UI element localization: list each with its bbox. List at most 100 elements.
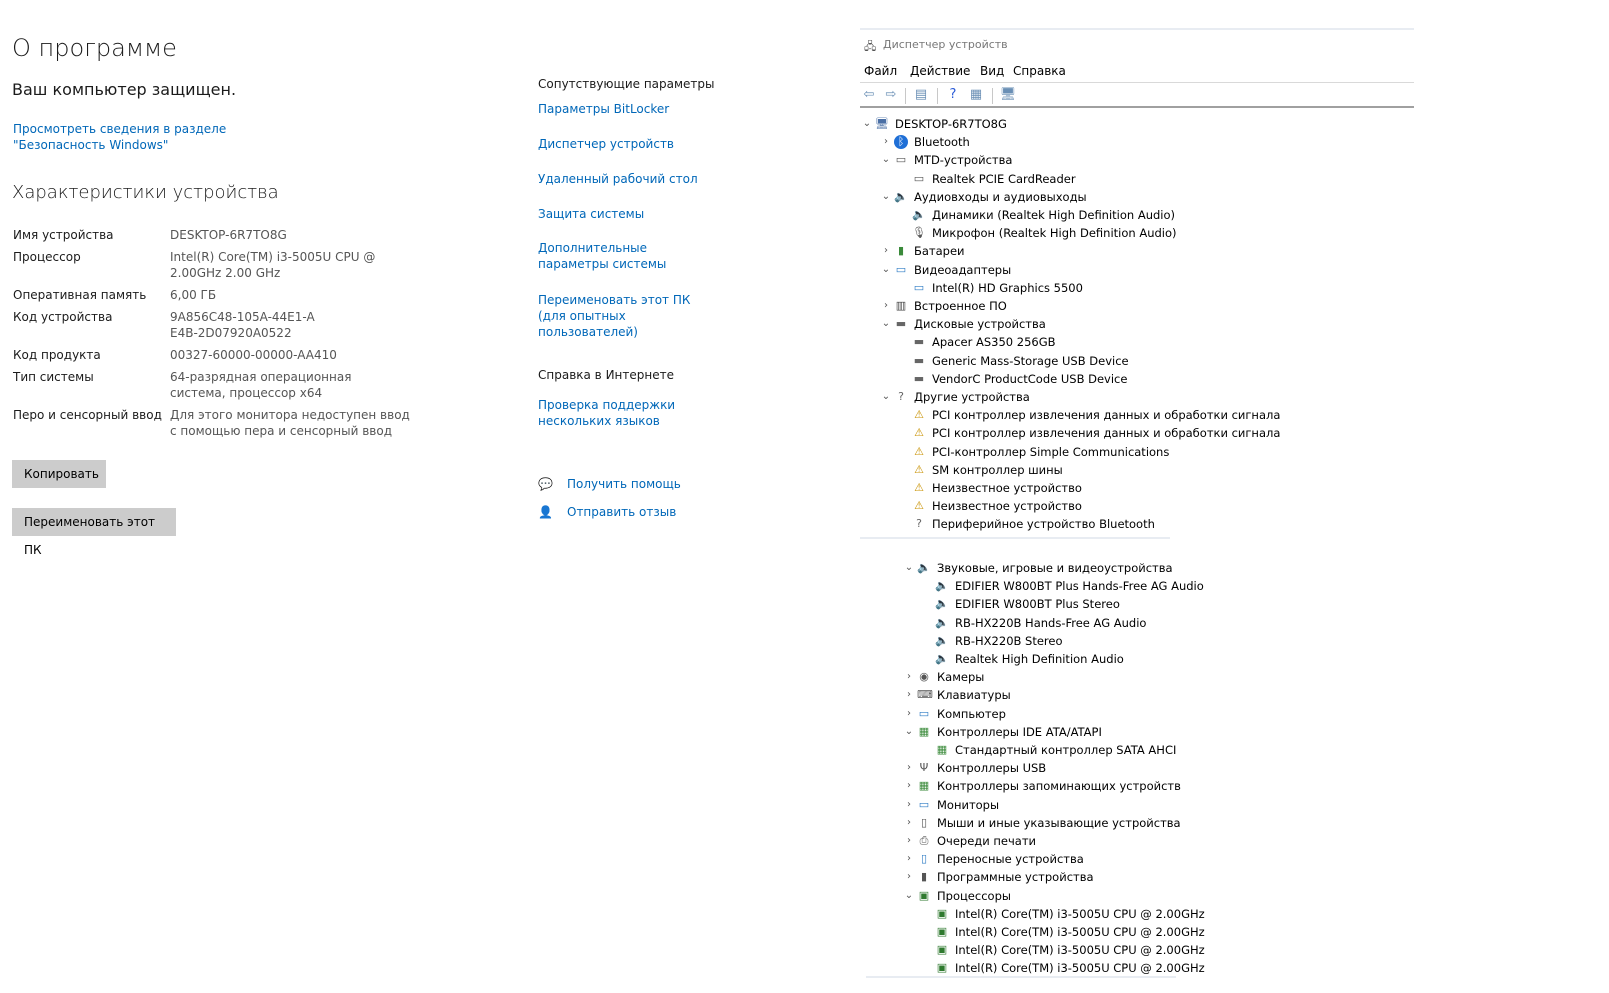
tree-device[interactable]: Неизвестное устройство — [932, 479, 1082, 497]
tree-category[interactable]: Встроенное ПО — [914, 297, 1007, 315]
tree-device[interactable]: Generic Mass-Storage USB Device — [932, 352, 1129, 370]
related-settings-heading: Сопутствующие параметры — [538, 77, 715, 91]
tree-expander-open[interactable]: ⌄ — [881, 388, 891, 406]
tree-category[interactable]: Другие устройства — [914, 388, 1030, 406]
multilanguage-support-link[interactable]: Проверка поддержки нескольких языков — [538, 397, 748, 429]
tree-expander-closed[interactable]: › — [904, 850, 914, 868]
scan-hardware-icon[interactable]: 🖥 — [999, 87, 1017, 103]
tree-category[interactable]: Аудиовходы и аудиовыходы — [914, 188, 1087, 206]
tree-device[interactable]: Intel(R) Core(TM) i3-5005U CPU @ 2.00GHz — [955, 905, 1205, 923]
tree-category[interactable]: Очереди печати — [937, 832, 1036, 850]
tree-device[interactable]: Intel(R) Core(TM) i3-5005U CPU @ 2.00GHz — [955, 923, 1205, 941]
toolbar-divider — [860, 106, 1414, 108]
tree-expander-closed[interactable]: › — [904, 814, 914, 832]
tree-device[interactable]: Apacer AS350 256GB — [932, 333, 1056, 351]
monitor-icon: ▭ — [918, 797, 930, 811]
tree-expander-open[interactable]: ⌄ — [881, 261, 891, 279]
tree-expander-closed[interactable]: › — [904, 668, 914, 686]
tree-device[interactable]: Intel(R) Core(TM) i3-5005U CPU @ 2.00GHz — [955, 959, 1205, 977]
tree-expander-closed[interactable]: › — [904, 832, 914, 850]
tree-expander-open[interactable]: ⌄ — [881, 188, 891, 206]
spec-label-product-id: Код продукта — [13, 348, 101, 362]
tree-category[interactable]: Мыши и иные указывающие устройства — [937, 814, 1181, 832]
tree-expander-closed[interactable]: › — [881, 242, 891, 260]
forward-arrow-icon[interactable]: ⇨ — [882, 87, 900, 103]
tree-expander-open[interactable]: ⌄ — [904, 723, 914, 741]
help-icon[interactable]: ? — [944, 87, 962, 103]
rename-pc-button[interactable]: Переименовать этот ПК — [12, 508, 176, 557]
tree-category[interactable]: Дисковые устройства — [914, 315, 1046, 333]
properties-icon[interactable]: ▦ — [967, 87, 985, 103]
device-manager-link[interactable]: Диспетчер устройств — [538, 136, 748, 152]
tree-category[interactable]: Звуковые, игровые и видеоустройства — [937, 559, 1173, 577]
tree-device[interactable]: EDIFIER W800BT Plus Hands-Free AG Audio — [955, 577, 1204, 595]
tree-device[interactable]: EDIFIER W800BT Plus Stereo — [955, 595, 1120, 613]
tree-expander-open[interactable]: ⌄ — [881, 315, 891, 333]
tree-category[interactable]: Клавиатуры — [937, 686, 1011, 704]
tree-category[interactable]: Контроллеры запоминающих устройств — [937, 777, 1181, 795]
warning-icon: ⚠ — [914, 462, 924, 476]
tree-device[interactable]: Стандартный контроллер SATA AHCI — [955, 741, 1176, 759]
tree-category[interactable]: Контроллеры USB — [937, 759, 1046, 777]
tree-category[interactable]: Переносные устройства — [937, 850, 1084, 868]
tree-device[interactable]: RB-HX220B Stereo — [955, 632, 1063, 650]
tree-expander-open[interactable]: ⌄ — [904, 887, 914, 905]
tree-expander-closed[interactable]: › — [904, 705, 914, 723]
tree-device[interactable]: Периферийное устройство Bluetooth — [932, 515, 1155, 533]
tree-category[interactable]: Компьютер — [937, 705, 1006, 723]
speaker-icon: 🔈 — [917, 561, 931, 574]
tree-expander-open[interactable]: ⌄ — [862, 115, 872, 133]
advanced-system-settings-link[interactable]: Дополнительные параметры системы — [538, 240, 718, 272]
processor-icon: ▣ — [936, 925, 948, 938]
copy-button[interactable]: Копировать — [12, 460, 106, 488]
tree-root[interactable]: DESKTOP-6R7TO8G — [895, 115, 1007, 133]
tree-category[interactable]: Программные устройства — [937, 868, 1094, 886]
tree-device[interactable]: SM контроллер шины — [932, 461, 1063, 479]
tree-device[interactable]: VendorC ProductCode USB Device — [932, 370, 1127, 388]
remote-desktop-link[interactable]: Удаленный рабочий стол — [538, 171, 748, 187]
tree-device[interactable]: Динамики (Realtek High Definition Audio) — [932, 206, 1175, 224]
tree-expander-closed[interactable]: › — [904, 868, 914, 886]
rename-pc-advanced-link[interactable]: Переименовать этот ПК (для опытных польз… — [538, 292, 718, 340]
windows-security-link[interactable]: Просмотреть сведения в разделе "Безопасн… — [13, 121, 313, 153]
get-help-link[interactable]: Получить помощь — [567, 477, 681, 491]
back-arrow-icon[interactable]: ⇦ — [860, 87, 878, 103]
show-hide-console-tree-icon[interactable]: ▤ — [912, 87, 930, 103]
tree-category[interactable]: MTD-устройства — [914, 151, 1012, 169]
tree-expander-closed[interactable]: › — [881, 297, 891, 315]
tree-expander-closed[interactable]: › — [904, 796, 914, 814]
tree-category[interactable]: Батареи — [914, 242, 965, 260]
menu-file[interactable]: Файл — [864, 64, 897, 78]
tree-device[interactable]: RB-HX220B Hands-Free AG Audio — [955, 614, 1146, 632]
tree-category[interactable]: Контроллеры IDE ATA/ATAPI — [937, 723, 1102, 741]
tree-category[interactable]: Видеоадаптеры — [914, 261, 1011, 279]
tree-device[interactable]: Intel(R) Core(TM) i3-5005U CPU @ 2.00GHz — [955, 941, 1205, 959]
tree-device[interactable]: PCI контроллер извлечения данных и обраб… — [932, 406, 1280, 424]
tree-expander-closed[interactable]: › — [904, 759, 914, 777]
tree-category[interactable]: Процессоры — [937, 887, 1011, 905]
tree-expander-open[interactable]: ⌄ — [881, 151, 891, 169]
tree-device[interactable]: PCI контроллер извлечения данных и обраб… — [932, 424, 1280, 442]
tree-device[interactable]: Микрофон (Realtek High Definition Audio) — [932, 224, 1177, 242]
tree-expander-closed[interactable]: › — [904, 686, 914, 704]
tree-category[interactable]: Камеры — [937, 668, 984, 686]
tree-device[interactable]: PCI-контроллер Simple Communications — [932, 443, 1169, 461]
warning-icon: ⚠ — [914, 444, 924, 458]
tree-device[interactable]: Неизвестное устройство — [932, 497, 1082, 515]
tree-device[interactable]: Realtek PCIE CardReader — [932, 170, 1076, 188]
spec-label-ram: Оперативная память — [13, 288, 147, 302]
bitlocker-link[interactable]: Параметры BitLocker — [538, 101, 748, 117]
send-feedback-link[interactable]: Отправить отзыв — [567, 505, 676, 519]
menu-help[interactable]: Справка — [1013, 64, 1066, 78]
unknown-device-icon: ? — [916, 517, 922, 531]
tree-expander-closed[interactable]: › — [904, 777, 914, 795]
tree-device[interactable]: Intel(R) HD Graphics 5500 — [932, 279, 1083, 297]
menu-view[interactable]: Вид — [980, 64, 1004, 78]
tree-category[interactable]: Мониторы — [937, 796, 999, 814]
tree-expander-closed[interactable]: › — [881, 133, 891, 151]
tree-category[interactable]: Bluetooth — [914, 133, 970, 151]
tree-device[interactable]: Realtek High Definition Audio — [955, 650, 1124, 668]
system-protection-link[interactable]: Защита системы — [538, 206, 748, 222]
menu-action[interactable]: Действие — [910, 64, 970, 78]
tree-expander-open[interactable]: ⌄ — [904, 559, 914, 577]
